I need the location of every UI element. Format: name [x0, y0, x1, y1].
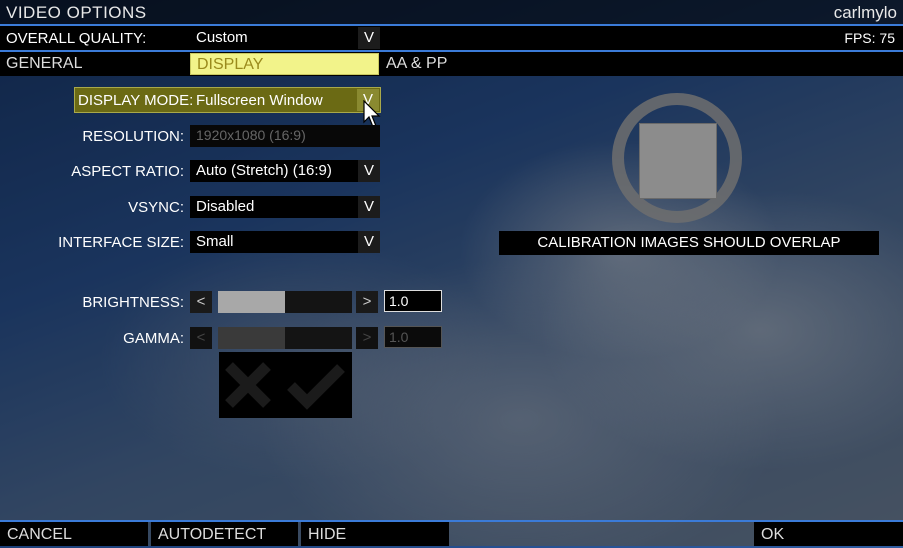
calibration-text: CALIBRATION IMAGES SHOULD OVERLAP: [499, 231, 879, 255]
dropdown-arrow-icon[interactable]: V: [358, 27, 380, 49]
aspect-ratio-label: ASPECT RATIO:: [71, 163, 184, 180]
interface-size-label: INTERFACE SIZE:: [58, 234, 184, 251]
dropdown-arrow-icon[interactable]: V: [358, 160, 380, 182]
gamma-decrease-button: <: [190, 327, 212, 349]
brightness-slider[interactable]: [218, 291, 352, 313]
tab-general[interactable]: GENERAL: [0, 53, 186, 75]
resolution-label: RESOLUTION:: [82, 128, 184, 145]
brightness-input[interactable]: 1.0: [384, 290, 442, 312]
display-mode-label: DISPLAY MODE:: [78, 92, 194, 109]
aspect-ratio-value: Auto (Stretch) (16:9): [196, 162, 332, 179]
gamma-slider-fill: [218, 327, 285, 349]
overall-quality-value: Custom: [196, 29, 248, 46]
accept-check-icon[interactable]: [287, 364, 345, 410]
vsync-label: VSYNC:: [128, 199, 184, 216]
brightness-increase-button[interactable]: >: [356, 291, 378, 313]
brightness-slider-fill: [218, 291, 285, 313]
confirm-pad-icons: [225, 362, 345, 410]
resolution-value: 1920x1080 (16:9): [196, 127, 306, 143]
cancel-button[interactable]: CANCEL: [0, 522, 148, 546]
dropdown-arrow-icon[interactable]: V: [358, 231, 380, 253]
vsync-dropdown[interactable]: Disabled V: [190, 196, 380, 218]
interface-size-value: Small: [196, 233, 234, 250]
display-mode-row[interactable]: DISPLAY MODE: Fullscreen Window V: [74, 87, 381, 113]
display-mode-value: Fullscreen Window: [196, 92, 323, 109]
gamma-label: GAMMA:: [123, 330, 184, 347]
gamma-increase-button: >: [356, 327, 378, 349]
autodetect-button[interactable]: AUTODETECT: [151, 522, 298, 546]
hide-button[interactable]: HIDE: [301, 522, 449, 546]
overall-quality-dropdown[interactable]: Custom V: [190, 27, 380, 49]
window-title: VIDEO OPTIONS: [6, 3, 147, 22]
cancel-x-icon[interactable]: [225, 362, 271, 408]
brightness-label: BRIGHTNESS:: [82, 294, 184, 311]
vsync-value: Disabled: [196, 198, 255, 215]
calibration-square: [639, 123, 717, 199]
fps-counter: FPS: 75: [844, 30, 895, 46]
tab-aa-pp[interactable]: AA & PP: [380, 53, 536, 75]
brightness-decrease-button[interactable]: <: [190, 291, 212, 313]
interface-size-dropdown[interactable]: Small V: [190, 231, 380, 253]
background-dim: [0, 0, 903, 546]
username: carlmylo: [833, 3, 897, 22]
gamma-slider: [218, 327, 352, 349]
aspect-ratio-dropdown[interactable]: Auto (Stretch) (16:9) V: [190, 160, 380, 182]
dropdown-arrow-icon[interactable]: V: [358, 196, 380, 218]
ok-button[interactable]: OK: [754, 522, 903, 546]
gamma-input: 1.0: [384, 326, 442, 348]
tab-display[interactable]: DISPLAY: [190, 53, 379, 75]
overall-quality-label: OVERALL QUALITY:: [6, 30, 147, 47]
resolution-dropdown: 1920x1080 (16:9): [190, 125, 380, 147]
confirm-pad: [219, 352, 352, 418]
